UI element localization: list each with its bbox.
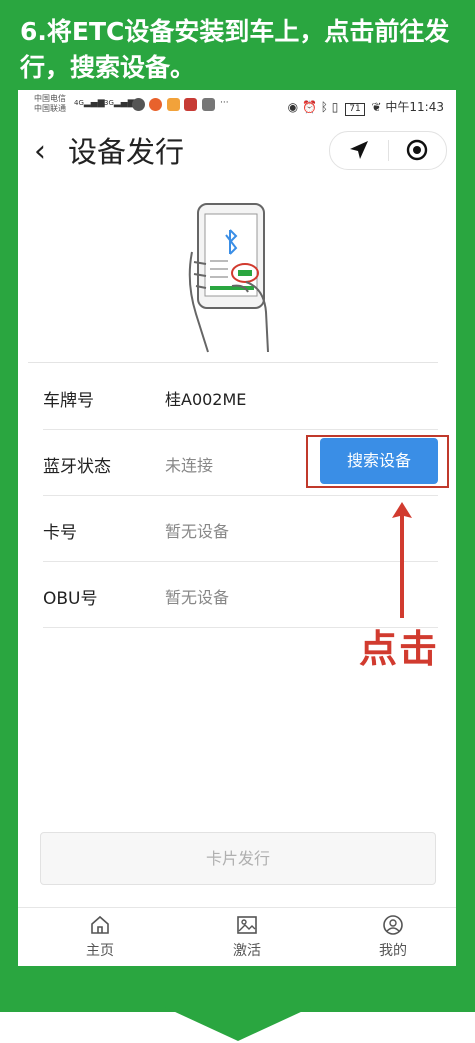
app-notify-icon-4 [202, 98, 215, 111]
phone-screen: 中国电信 中国联通 4G▂▄▆ 3G▂▄▆ ··· ◉ ⏰ ᛒ ▯ 71 ❦ 中… [18, 90, 456, 966]
tab-activate[interactable]: 激活 [207, 914, 287, 960]
tab-mine-label: 我的 [379, 943, 407, 959]
card-number-label: 卡号 [43, 523, 77, 543]
status-bar: 中国电信 中国联通 4G▂▄▆ 3G▂▄▆ ··· ◉ ⏰ ᛒ ▯ 71 ❦ 中… [18, 90, 456, 120]
card-number-row: 卡号 暂无设备 [43, 496, 438, 562]
tab-activate-label: 激活 [233, 943, 261, 959]
more-notifications-icon: ··· [220, 98, 229, 108]
card-number-value: 暂无设备 [165, 522, 230, 541]
carrier-info: 中国电信 中国联通 [34, 94, 66, 114]
tab-home[interactable]: 主页 [60, 914, 140, 960]
carrier-2: 中国联通 [34, 104, 66, 113]
alarm-icon: ⏰ [301, 100, 317, 114]
tab-mine[interactable]: 我的 [353, 914, 433, 960]
carrier-1: 中国电信 [34, 94, 66, 103]
signal-1-label: 4G [74, 99, 84, 107]
bluetooth-status-value: 未连接 [165, 456, 214, 475]
signal-2-label: 3G [104, 99, 114, 107]
obu-number-value: 暂无设备 [165, 588, 230, 607]
tab-bar: 主页 激活 我的 [18, 907, 456, 966]
tab-home-label: 主页 [86, 943, 114, 959]
signal-2-icon: 3G▂▄▆ [104, 98, 135, 108]
page-title: 设备发行 [68, 135, 185, 169]
back-icon[interactable]: ‹ [34, 134, 46, 170]
hand-phone-illustration [188, 203, 269, 353]
app-notify-icon-3 [184, 98, 197, 111]
battery-icon: 71 [345, 103, 365, 116]
plate-number-label: 车牌号 [43, 391, 94, 411]
red-arrow-up-icon [392, 502, 412, 618]
plate-number-row: 车牌号 桂A002ME [43, 364, 438, 430]
tap-annotation: 点击 [359, 627, 440, 671]
status-right: ◉ ⏰ ᛒ ▯ 71 ❦ 中午11:43 [288, 98, 444, 116]
target-icon [406, 139, 428, 161]
section-divider [28, 362, 438, 363]
clock: 中午11:43 [385, 100, 444, 114]
bluetooth-icon: ᛒ [320, 100, 328, 114]
search-device-button[interactable]: 搜索设备 [320, 438, 438, 484]
mini-program-capsule [329, 131, 447, 170]
plate-number-value: 桂A002ME [165, 390, 247, 409]
signal-1-icon: 4G▂▄▆ [74, 98, 105, 108]
leaf-icon: ❦ [371, 100, 382, 114]
instruction-banner: 6.将ETC设备安装到车上，点击前往发行，搜索设备。 [20, 17, 450, 82]
close-miniprogram-button[interactable] [388, 132, 446, 169]
location-arrow-icon [350, 141, 368, 159]
eye-icon: ◉ [287, 100, 299, 114]
location-button[interactable] [330, 132, 388, 169]
image-icon [237, 916, 257, 934]
frame-arrow-tab [160, 1005, 316, 1041]
wechat-icon [132, 98, 145, 111]
app-notify-icon-2 [167, 98, 180, 111]
home-icon [91, 915, 109, 934]
obu-number-label: OBU号 [43, 589, 98, 609]
user-icon [383, 915, 403, 935]
app-notify-icon [149, 98, 162, 111]
vibrate-icon: ▯ [331, 100, 339, 114]
card-issue-button[interactable]: 卡片发行 [40, 832, 436, 885]
bluetooth-status-label: 蓝牙状态 [43, 457, 111, 477]
